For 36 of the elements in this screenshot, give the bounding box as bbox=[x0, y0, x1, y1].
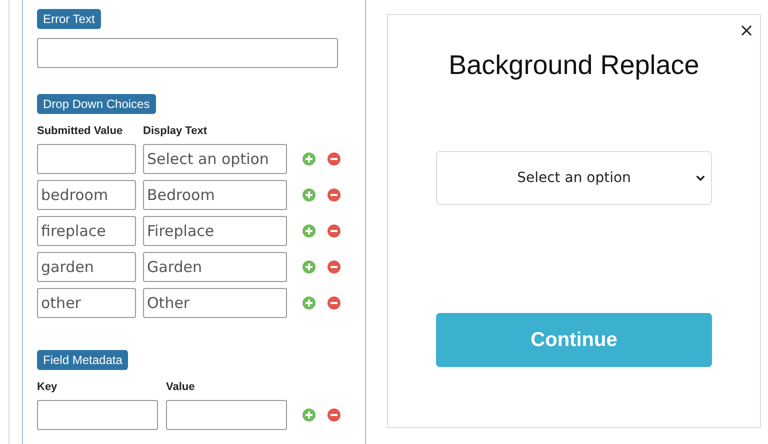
section-label: Field Metadata bbox=[37, 350, 128, 370]
remove-icon[interactable] bbox=[327, 408, 341, 422]
remove-icon[interactable] bbox=[327, 296, 341, 310]
close-icon[interactable] bbox=[741, 25, 752, 36]
chevron-icon bbox=[696, 175, 705, 181]
display-text-field[interactable]: Garden bbox=[143, 252, 287, 282]
submitted-value-field[interactable]: garden bbox=[37, 252, 136, 282]
column-header: Submitted Value bbox=[37, 125, 124, 139]
display-text-field[interactable]: Other bbox=[143, 288, 287, 318]
remove-icon[interactable] bbox=[327, 188, 341, 202]
remove-icon[interactable] bbox=[327, 224, 341, 238]
option-dropdown[interactable]: Select an option bbox=[436, 151, 712, 205]
error-text-field[interactable] bbox=[37, 38, 338, 68]
section-label: Drop Down Choices bbox=[37, 94, 156, 114]
remove-icon[interactable] bbox=[327, 260, 341, 274]
add-icon[interactable] bbox=[302, 408, 316, 422]
add-icon[interactable] bbox=[302, 224, 316, 238]
column-header: Display Text bbox=[143, 125, 207, 139]
add-icon[interactable] bbox=[302, 188, 316, 202]
add-icon[interactable] bbox=[302, 260, 316, 274]
submitted-value-field[interactable]: other bbox=[37, 288, 136, 318]
value-field[interactable] bbox=[166, 400, 287, 430]
section-label: Error Text bbox=[37, 9, 101, 29]
column-header: Key bbox=[37, 381, 58, 395]
submitted-value-field[interactable] bbox=[37, 144, 136, 174]
display-text-field[interactable]: Bedroom bbox=[143, 180, 287, 210]
add-icon[interactable] bbox=[302, 152, 316, 166]
submitted-value-field[interactable]: bedroom bbox=[37, 180, 136, 210]
submitted-value-field[interactable]: fireplace bbox=[37, 216, 136, 246]
remove-icon[interactable] bbox=[327, 152, 341, 166]
display-text-field[interactable]: Select an option bbox=[143, 144, 287, 174]
column-header: Value bbox=[166, 381, 195, 395]
preview-title: Background Replace bbox=[448, 50, 700, 81]
key-field[interactable] bbox=[37, 400, 158, 430]
display-text-field[interactable]: Fireplace bbox=[143, 216, 287, 246]
add-icon[interactable] bbox=[302, 296, 316, 310]
